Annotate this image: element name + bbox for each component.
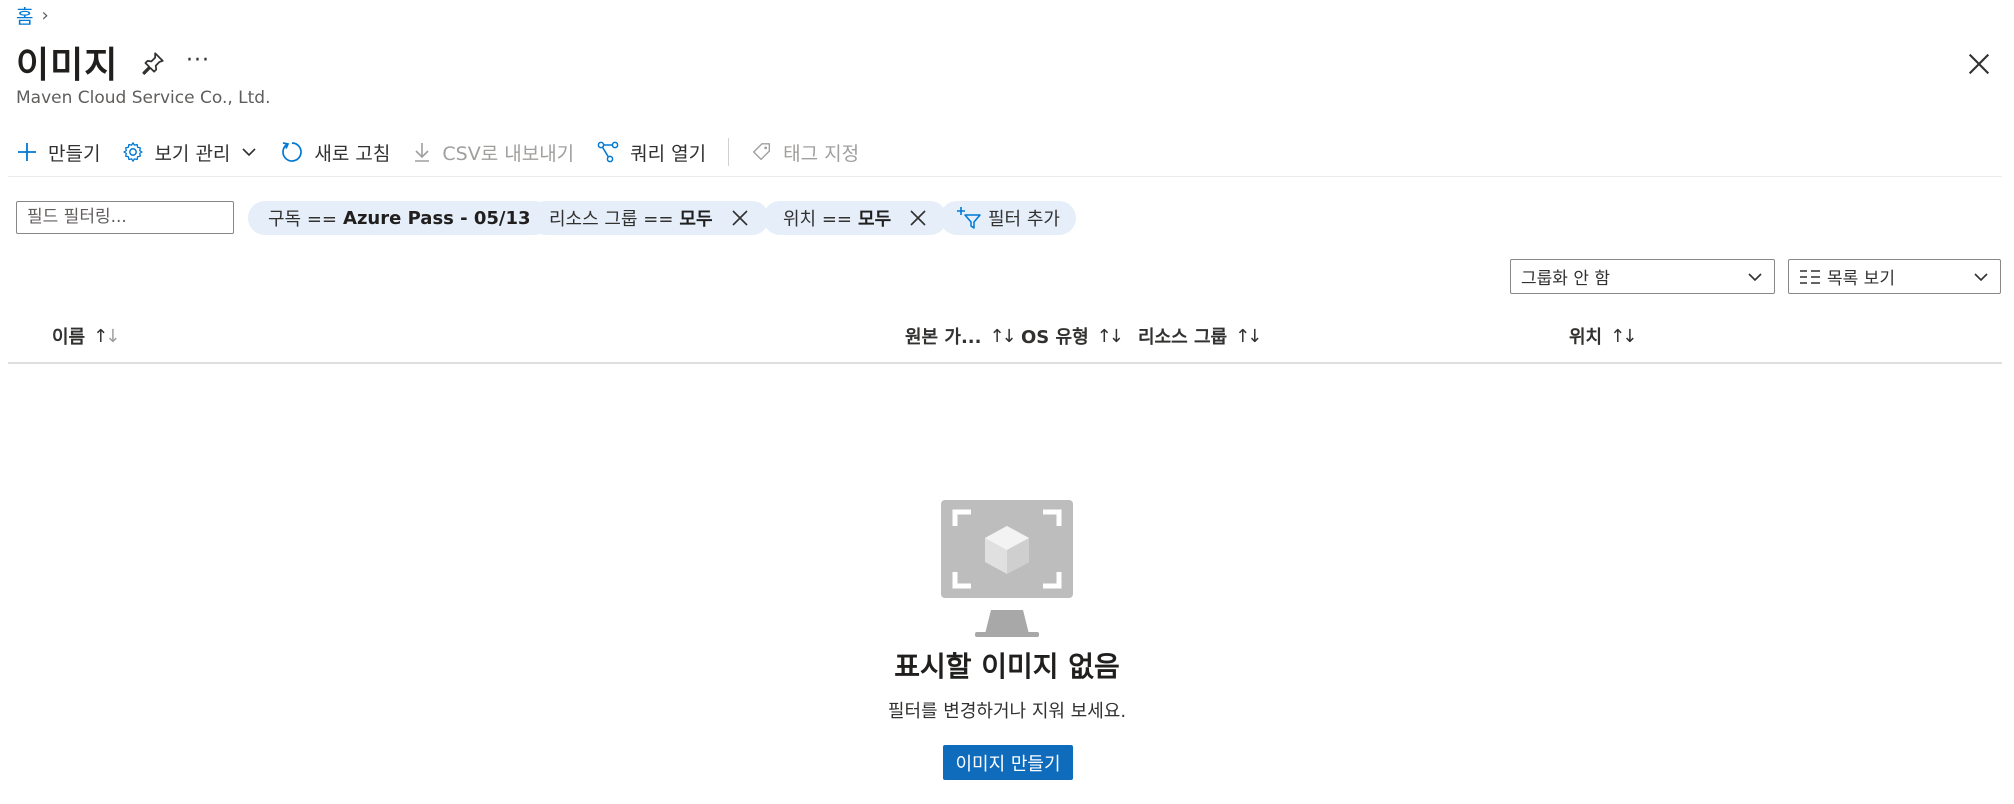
breadcrumb-separator: › — [41, 5, 49, 26]
sort-icon: ↑↓ — [1096, 325, 1124, 347]
column-location-label: 위치 — [1569, 327, 1603, 348]
chevron-down-icon — [1748, 272, 1762, 281]
column-name-label: 이름 — [52, 327, 86, 348]
subscription-filter-value: Azure Pass - 05/13 — [343, 207, 531, 229]
resource-group-filter-value: 모두 — [679, 209, 713, 230]
pin-icon[interactable] — [140, 50, 166, 76]
manage-view-button[interactable]: 보기 관리 — [122, 139, 258, 166]
view-mode-dropdown[interactable]: 목록 보기 — [1788, 259, 2001, 294]
create-button[interactable]: 만들기 — [16, 139, 100, 166]
empty-state-title: 표시할 이미지 없음 — [894, 650, 1120, 683]
subscription-filter-label: 구독 == — [268, 209, 338, 230]
plus-icon — [18, 143, 36, 161]
column-header-location[interactable]: 위치 ↑↓ — [1569, 323, 1637, 349]
sort-icon: ↑↓ — [1610, 325, 1637, 347]
manage-view-label: 보기 관리 — [154, 142, 231, 165]
refresh-button[interactable]: 새로 고침 — [280, 139, 390, 166]
vm-image-illustration-icon — [941, 500, 1073, 637]
page-subtitle: Maven Cloud Service Co., Ltd. — [16, 88, 271, 108]
assign-tags-button[interactable]: 태그 지정 — [751, 139, 859, 166]
chevron-down-icon — [242, 148, 256, 157]
chevron-down-icon — [1974, 272, 1988, 281]
add-filter-label: 필터 추가 — [988, 209, 1060, 230]
add-filter-button[interactable]: 필터 추가 — [940, 201, 1076, 235]
refresh-label: 새로 고침 — [314, 142, 391, 165]
location-filter-pill[interactable]: 위치 == 모두 — [763, 201, 948, 235]
toolbar-divider — [728, 138, 730, 166]
list-view-icon — [1800, 269, 1820, 284]
column-source-label: 원본 가... — [905, 327, 982, 348]
close-icon[interactable] — [1965, 50, 1993, 78]
column-header-os-type[interactable]: OS 유형 ↑↓ — [1021, 323, 1124, 349]
location-filter-value: 모두 — [858, 209, 892, 230]
view-mode-content: 목록 보기 — [1799, 264, 1895, 289]
export-csv-button[interactable]: CSV로 내보내기 — [412, 139, 574, 166]
sort-icon: ↑↓ — [989, 325, 1016, 347]
resource-group-filter-pill[interactable]: 리소스 그룹 == 모두 — [529, 201, 769, 235]
resource-group-filter-label: 리소스 그룹 == — [549, 209, 674, 230]
remove-filter-icon[interactable] — [909, 209, 927, 227]
add-filter-icon — [957, 207, 981, 229]
toolbar-divider-line — [8, 176, 2002, 177]
breadcrumb: 홈 › — [16, 2, 49, 29]
sort-icon: ↑↓ — [1235, 325, 1262, 347]
column-header-source[interactable]: 원본 가... ↑↓ — [905, 323, 1017, 349]
page-title: 이미지 — [16, 45, 119, 86]
view-mode-value: 목록 보기 — [1827, 269, 1895, 289]
column-resource-group-label: 리소스 그룹 — [1138, 327, 1228, 348]
create-label: 만들기 — [48, 142, 101, 165]
open-query-button[interactable]: 쿼리 열기 — [596, 139, 706, 166]
subscription-filter-pill[interactable]: 구독 == Azure Pass - 05/13 — [248, 201, 551, 235]
filter-field-input[interactable]: 필드 필터링... — [16, 201, 234, 234]
command-bar: 만들기 보기 관리 새로 고침 CSV로 내보내기 쿼리 열기 태그 지정 — [16, 134, 881, 170]
column-header-resource-group[interactable]: 리소스 그룹 ↑↓ — [1138, 323, 1262, 349]
column-header-name[interactable]: 이름 ↑↓ — [52, 323, 120, 349]
tag-icon — [753, 143, 771, 161]
grouping-dropdown[interactable]: 그룹화 안 함 — [1510, 259, 1775, 294]
open-query-label: 쿼리 열기 — [630, 142, 707, 165]
refresh-icon — [282, 142, 303, 162]
empty-state-subtitle: 필터를 변경하거나 지워 보세요. — [887, 701, 1127, 722]
export-csv-label: CSV로 내보내기 — [442, 142, 575, 165]
create-image-button[interactable]: 이미지 만들기 — [943, 745, 1073, 780]
table-header-divider — [8, 362, 2002, 364]
remove-filter-icon[interactable] — [731, 209, 749, 227]
column-os-type-label: OS 유형 — [1021, 327, 1089, 348]
breadcrumb-home-link[interactable]: 홈 — [16, 2, 33, 29]
download-icon — [415, 143, 430, 162]
query-icon — [597, 141, 619, 163]
more-options-icon[interactable]: ··· — [186, 48, 210, 73]
assign-tags-label: 태그 지정 — [783, 142, 860, 165]
sort-ascending-icon: ↑↓ — [93, 325, 120, 347]
location-filter-label: 위치 == — [783, 209, 853, 230]
grouping-value: 그룹화 안 함 — [1521, 269, 1611, 289]
gear-icon — [123, 142, 144, 162]
